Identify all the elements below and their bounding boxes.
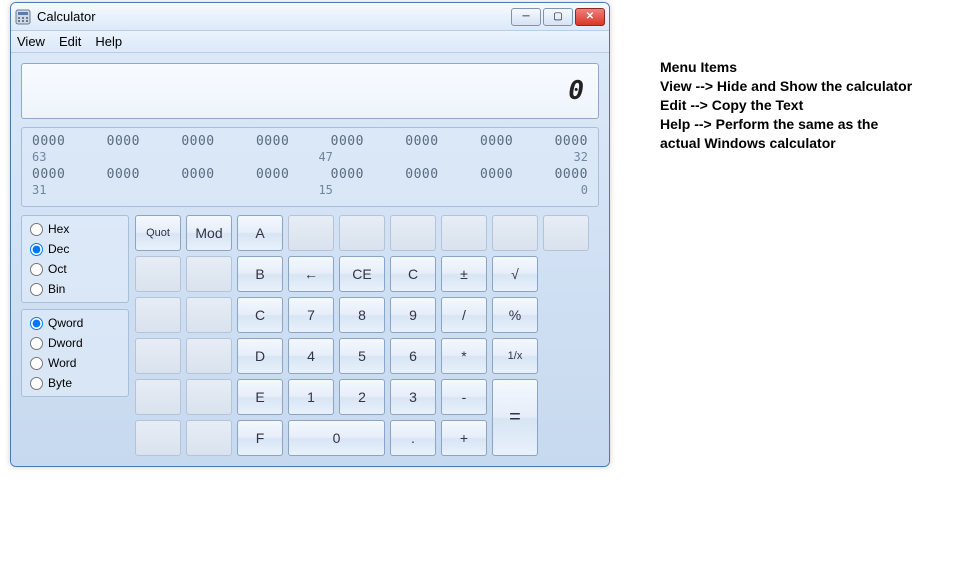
annotations-line4: actual Windows calculator [660, 134, 960, 153]
key-quot[interactable]: Quot [135, 215, 181, 251]
menu-view[interactable]: View [17, 34, 45, 49]
key-5[interactable]: 5 [339, 338, 385, 374]
bit-labels-high: 63 47 32 [32, 150, 588, 164]
key-multiply[interactable]: * [441, 338, 487, 374]
bit-row-low: 0000 0000 0000 0000 0000 0000 0000 0000 [32, 167, 588, 182]
radio-byte[interactable]: Byte [30, 376, 120, 390]
minimize-button[interactable]: ─ [511, 8, 541, 26]
key-blank-r3c1 [135, 297, 181, 333]
key-divide[interactable]: / [441, 297, 487, 333]
key-add[interactable]: + [441, 420, 487, 456]
key-a[interactable]: A [237, 215, 283, 251]
key-b[interactable]: B [237, 256, 283, 292]
bit-row-high: 0000 0000 0000 0000 0000 0000 0000 0000 [32, 134, 588, 149]
annotations-line2: Edit --> Copy the Text [660, 96, 960, 115]
display: 0 [21, 63, 599, 119]
key-3[interactable]: 3 [390, 379, 436, 415]
key-0[interactable]: 0 [288, 420, 385, 456]
window-controls: ─ ▢ ✕ [511, 8, 605, 26]
calculator-window: Calculator ─ ▢ ✕ View Edit Help 0 0000 0… [10, 2, 610, 467]
key-blank-r1c7 [441, 215, 487, 251]
radio-bin[interactable]: Bin [30, 282, 120, 296]
radio-qword[interactable]: Qword [30, 316, 120, 330]
key-blank-r1c5 [339, 215, 385, 251]
annotations-line3: Help --> Perform the same as the [660, 115, 960, 134]
key-6[interactable]: 6 [390, 338, 436, 374]
key-blank-r4c2 [186, 338, 232, 374]
radio-word[interactable]: Word [30, 356, 120, 370]
bit-labels-low: 31 15 0 [32, 183, 588, 197]
radio-hex[interactable]: Hex [30, 222, 120, 236]
key-blank-r5c1 [135, 379, 181, 415]
key-e[interactable]: E [237, 379, 283, 415]
annotations: Menu Items View --> Hide and Show the ca… [660, 58, 960, 152]
key-ce[interactable]: CE [339, 256, 385, 292]
left-column: Hex Dec Oct Bin Qword Dword Word Byte [21, 215, 129, 456]
menubar: View Edit Help [11, 31, 609, 53]
key-sqrt[interactable]: √ [492, 256, 538, 292]
menu-edit[interactable]: Edit [59, 34, 81, 49]
key-blank-r2c2 [186, 256, 232, 292]
key-7[interactable]: 7 [288, 297, 334, 333]
close-button[interactable]: ✕ [575, 8, 605, 26]
key-blank-r5c2 [186, 379, 232, 415]
titlebar[interactable]: Calculator ─ ▢ ✕ [11, 3, 609, 31]
radio-dec[interactable]: Dec [30, 242, 120, 256]
key-blank-r1c9 [543, 215, 589, 251]
key-mod[interactable]: Mod [186, 215, 232, 251]
key-4[interactable]: 4 [288, 338, 334, 374]
key-f[interactable]: F [237, 420, 283, 456]
radio-dword[interactable]: Dword [30, 336, 120, 350]
key-blank-r6c1 [135, 420, 181, 456]
window-title: Calculator [37, 9, 511, 24]
key-d[interactable]: D [237, 338, 283, 374]
menu-help[interactable]: Help [95, 34, 122, 49]
key-8[interactable]: 8 [339, 297, 385, 333]
bit-panel: 0000 0000 0000 0000 0000 0000 0000 0000 … [21, 127, 599, 207]
key-blank-r6c2 [186, 420, 232, 456]
maximize-button[interactable]: ▢ [543, 8, 573, 26]
key-blank-r1c4 [288, 215, 334, 251]
key-plusminus[interactable]: ± [441, 256, 487, 292]
key-blank-r1c6 [390, 215, 436, 251]
key-1[interactable]: 1 [288, 379, 334, 415]
keypad: Quot Mod A B ← CE C ± √ [135, 215, 589, 456]
key-9[interactable]: 9 [390, 297, 436, 333]
base-radio-group: Hex Dec Oct Bin [21, 215, 129, 303]
display-value: 0 [568, 76, 584, 106]
key-percent[interactable]: % [492, 297, 538, 333]
key-subtract[interactable]: - [441, 379, 487, 415]
word-radio-group: Qword Dword Word Byte [21, 309, 129, 397]
key-backspace[interactable]: ← [288, 256, 334, 292]
key-clear[interactable]: C [390, 256, 436, 292]
key-equals[interactable]: = [492, 379, 538, 456]
client-area: 0 0000 0000 0000 0000 0000 0000 0000 000… [11, 53, 609, 466]
key-decimal[interactable]: . [390, 420, 436, 456]
calculator-icon [15, 9, 31, 25]
key-blank-r3c2 [186, 297, 232, 333]
radio-oct[interactable]: Oct [30, 262, 120, 276]
key-blank-r4c1 [135, 338, 181, 374]
key-reciprocal[interactable]: 1/x [492, 338, 538, 374]
key-2[interactable]: 2 [339, 379, 385, 415]
key-blank-r2c1 [135, 256, 181, 292]
annotations-line1: View --> Hide and Show the calculator [660, 77, 960, 96]
main-area: Hex Dec Oct Bin Qword Dword Word Byte Qu… [21, 215, 599, 456]
key-c[interactable]: C [237, 297, 283, 333]
key-blank-r1c8 [492, 215, 538, 251]
annotations-title: Menu Items [660, 58, 960, 77]
